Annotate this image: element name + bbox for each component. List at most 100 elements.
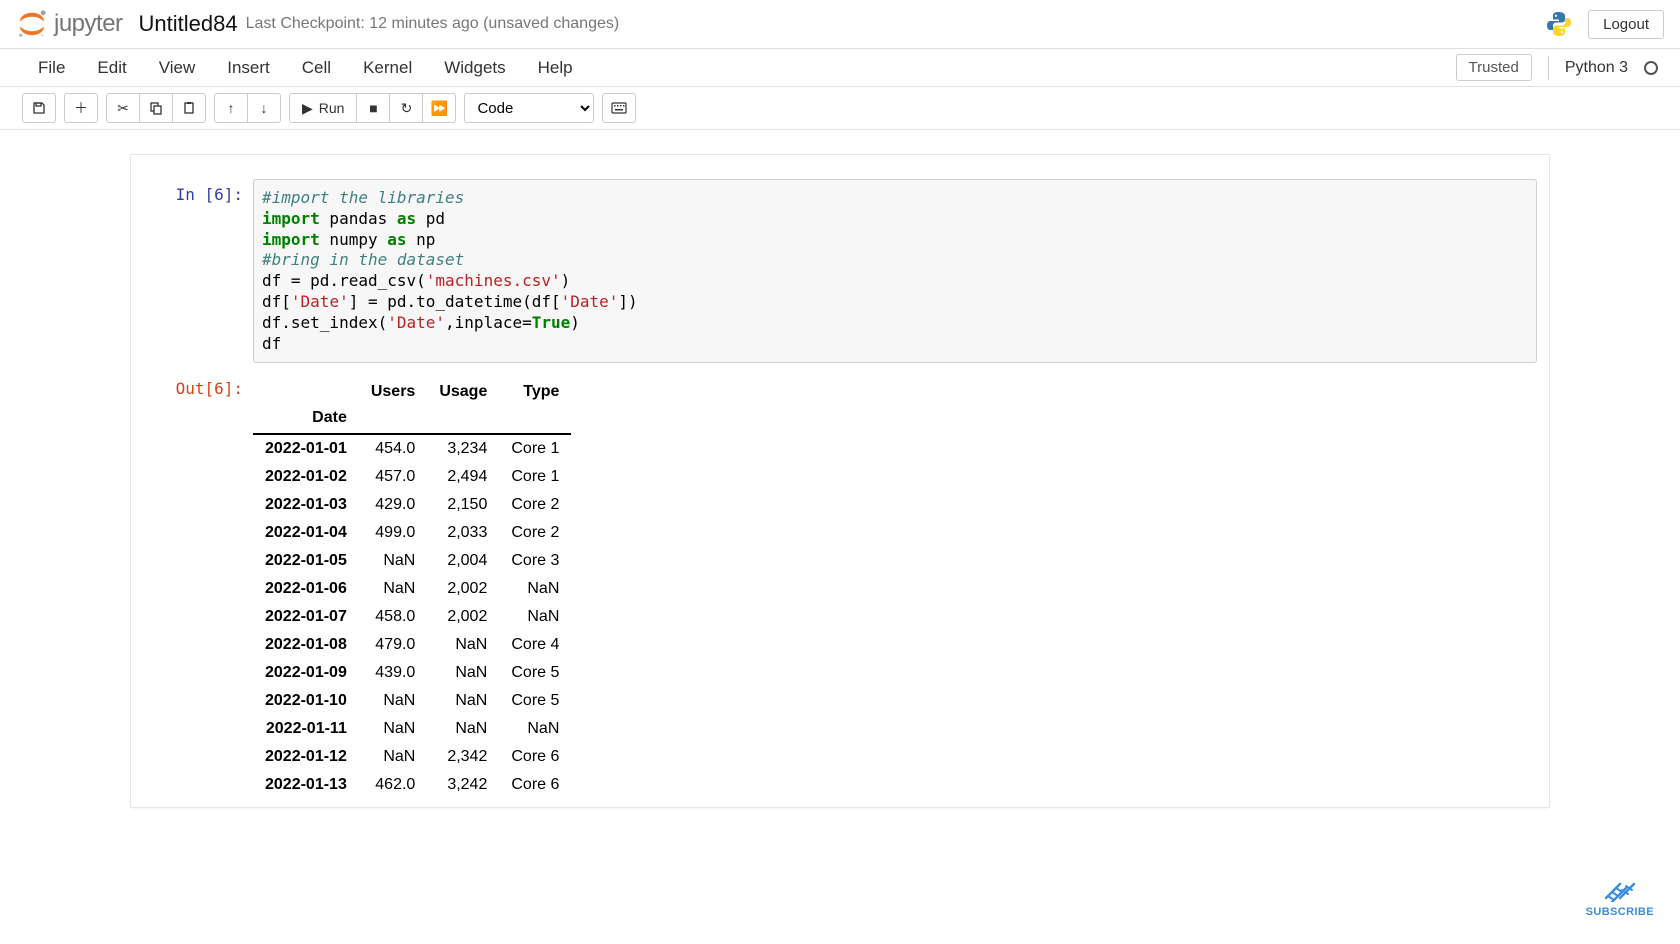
restart-button[interactable]: ↻ [389,93,423,123]
cell-usage: 2,002 [427,603,499,631]
separator [1548,56,1549,80]
code-text[interactable]: #import the libraries import pandas as p… [262,188,1528,354]
cell-type-select[interactable]: Code [464,93,594,123]
output-prompt: Out[6]: [143,373,253,398]
kernel-name[interactable]: Python 3 [1565,59,1628,77]
row-index: 2022-01-04 [253,519,359,547]
play-icon: ▶ [302,100,313,117]
arrow-up-icon: ↑ [228,100,235,116]
table-row: 2022-01-13462.03,242Core 6 [253,771,571,799]
code-cell[interactable]: In [6]: #import the libraries import pan… [143,179,1537,363]
cell-usage: 2,150 [427,491,499,519]
cell-usage: NaN [427,715,499,743]
notebook-container: In [6]: #import the libraries import pan… [130,154,1550,808]
row-index: 2022-01-12 [253,743,359,771]
cell-users: NaN [359,687,427,715]
row-index: 2022-01-08 [253,631,359,659]
cell-type: Core 2 [499,491,571,519]
copy-button[interactable] [139,93,173,123]
command-palette-button[interactable] [602,93,636,123]
table-row: 2022-01-08479.0NaNCore 4 [253,631,571,659]
notebook-name[interactable]: Untitled84 [139,11,238,37]
row-index: 2022-01-10 [253,687,359,715]
col-header-users: Users [359,379,427,405]
cell-users: NaN [359,547,427,575]
cell-type: NaN [499,575,571,603]
cell-users: 439.0 [359,659,427,687]
dna-icon [1602,874,1638,902]
table-row: 2022-01-10NaNNaNCore 5 [253,687,571,715]
col-header-type: Type [499,379,571,405]
table-row: 2022-01-07458.02,002NaN [253,603,571,631]
insert-cell-button[interactable]: ＋ [64,93,98,123]
stop-icon: ■ [369,100,377,116]
menu-widgets[interactable]: Widgets [428,50,521,86]
menu-edit[interactable]: Edit [81,50,142,86]
table-row: 2022-01-03429.02,150Core 2 [253,491,571,519]
menu-view[interactable]: View [143,50,212,86]
cell-users: 454.0 [359,434,427,463]
menu-file[interactable]: File [22,50,81,86]
cell-type: Core 5 [499,659,571,687]
jupyter-logo-text: jupyter [54,10,123,38]
dataframe-table: Users Usage Type Date 2022-01-01454.03,2… [253,379,571,799]
cell-type: Core 6 [499,771,571,799]
cell-users: NaN [359,743,427,771]
cell-users: 462.0 [359,771,427,799]
col-header-usage: Usage [427,379,499,405]
notebook-header: jupyter Untitled84 Last Checkpoint: 12 m… [0,0,1680,49]
index-name: Date [253,405,359,434]
paste-button[interactable] [172,93,206,123]
menu-kernel[interactable]: Kernel [347,50,428,86]
run-button[interactable]: ▶Run [289,93,357,123]
row-index: 2022-01-07 [253,603,359,631]
row-index: 2022-01-03 [253,491,359,519]
dataframe-body: 2022-01-01454.03,234Core 12022-01-02457.… [253,434,571,799]
arrow-down-icon: ↓ [261,100,268,116]
interrupt-button[interactable]: ■ [356,93,390,123]
table-row: 2022-01-06NaN2,002NaN [253,575,571,603]
cell-usage: NaN [427,687,499,715]
copy-icon [149,101,163,115]
paste-icon [182,101,196,115]
menubar: File Edit View Insert Cell Kernel Widget… [0,49,1680,87]
row-index: 2022-01-02 [253,463,359,491]
cell-type: Core 2 [499,519,571,547]
logout-button[interactable]: Logout [1588,10,1664,39]
cell-type: Core 5 [499,687,571,715]
cell-users: 458.0 [359,603,427,631]
save-icon [32,101,46,115]
jupyter-logo-icon [16,8,48,40]
cell-users: 479.0 [359,631,427,659]
save-button[interactable] [22,93,56,123]
menu-insert[interactable]: Insert [211,50,286,86]
row-index: 2022-01-11 [253,715,359,743]
cell-usage: 2,033 [427,519,499,547]
code-input-area[interactable]: #import the libraries import pandas as p… [253,179,1537,363]
table-row: 2022-01-04499.02,033Core 2 [253,519,571,547]
table-row: 2022-01-02457.02,494Core 1 [253,463,571,491]
menu-cell[interactable]: Cell [286,50,347,86]
table-row: 2022-01-12NaN2,342Core 6 [253,743,571,771]
cut-button[interactable]: ✂ [106,93,140,123]
move-up-button[interactable]: ↑ [214,93,248,123]
cell-users: 499.0 [359,519,427,547]
cell-users: 429.0 [359,491,427,519]
cell-usage: NaN [427,631,499,659]
restart-run-all-button[interactable]: ⏩ [422,93,456,123]
trusted-indicator[interactable]: Trusted [1456,54,1532,81]
cell-type: Core 3 [499,547,571,575]
cell-usage: 2,004 [427,547,499,575]
cell-usage: 2,494 [427,463,499,491]
cell-users: NaN [359,575,427,603]
plus-icon: ＋ [74,98,88,118]
jupyter-logo[interactable]: jupyter [16,8,123,40]
subscribe-label: SUBSCRIBE [1586,906,1654,918]
table-row: 2022-01-11NaNNaNNaN [253,715,571,743]
move-down-button[interactable]: ↓ [247,93,281,123]
menu-help[interactable]: Help [522,50,589,86]
cell-type: Core 1 [499,463,571,491]
python-icon [1544,9,1574,39]
input-prompt: In [6]: [143,179,253,204]
subscribe-widget[interactable]: SUBSCRIBE [1586,874,1654,918]
